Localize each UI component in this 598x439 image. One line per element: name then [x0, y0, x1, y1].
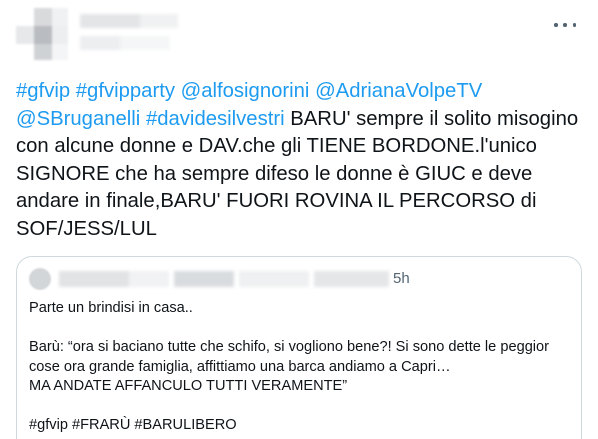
- hashtag-link[interactable]: #gfvip: [16, 80, 70, 102]
- quoted-tweet-text: Parte un brindisi in casa.. Barù: “ora s…: [29, 300, 550, 433]
- dot: [563, 23, 567, 27]
- quoted-tweet-time[interactable]: 5h: [393, 270, 410, 287]
- quoted-tweet-header: 5h: [29, 267, 569, 291]
- dot: [554, 23, 558, 27]
- hashtag-link[interactable]: #gfvipparty: [76, 80, 175, 102]
- mention-link[interactable]: @alfosignorini: [181, 80, 310, 102]
- hashtag-link[interactable]: #davidesilvestri: [146, 108, 285, 130]
- mention-link[interactable]: @AdrianaVolpeTV: [315, 80, 482, 102]
- author-name-blurred[interactable]: [80, 14, 178, 50]
- quoted-author-avatar-blurred: [29, 268, 51, 290]
- tweet-header: [0, 0, 598, 74]
- quoted-author-name-blurred: [59, 271, 389, 287]
- author-avatar-blurred[interactable]: [16, 8, 68, 60]
- mention-link[interactable]: @SBruganelli: [16, 108, 140, 130]
- dot: [572, 23, 576, 27]
- quoted-tweet[interactable]: 5h Parte un brindisi in casa.. Barù: “or…: [16, 256, 582, 439]
- quoted-tweet-body: Parte un brindisi in casa.. Barù: “ora s…: [29, 299, 569, 436]
- more-horizontal-icon[interactable]: [554, 18, 576, 32]
- tweet-text: #gfvip #gfvipparty @alfosignorini @Adria…: [16, 78, 582, 243]
